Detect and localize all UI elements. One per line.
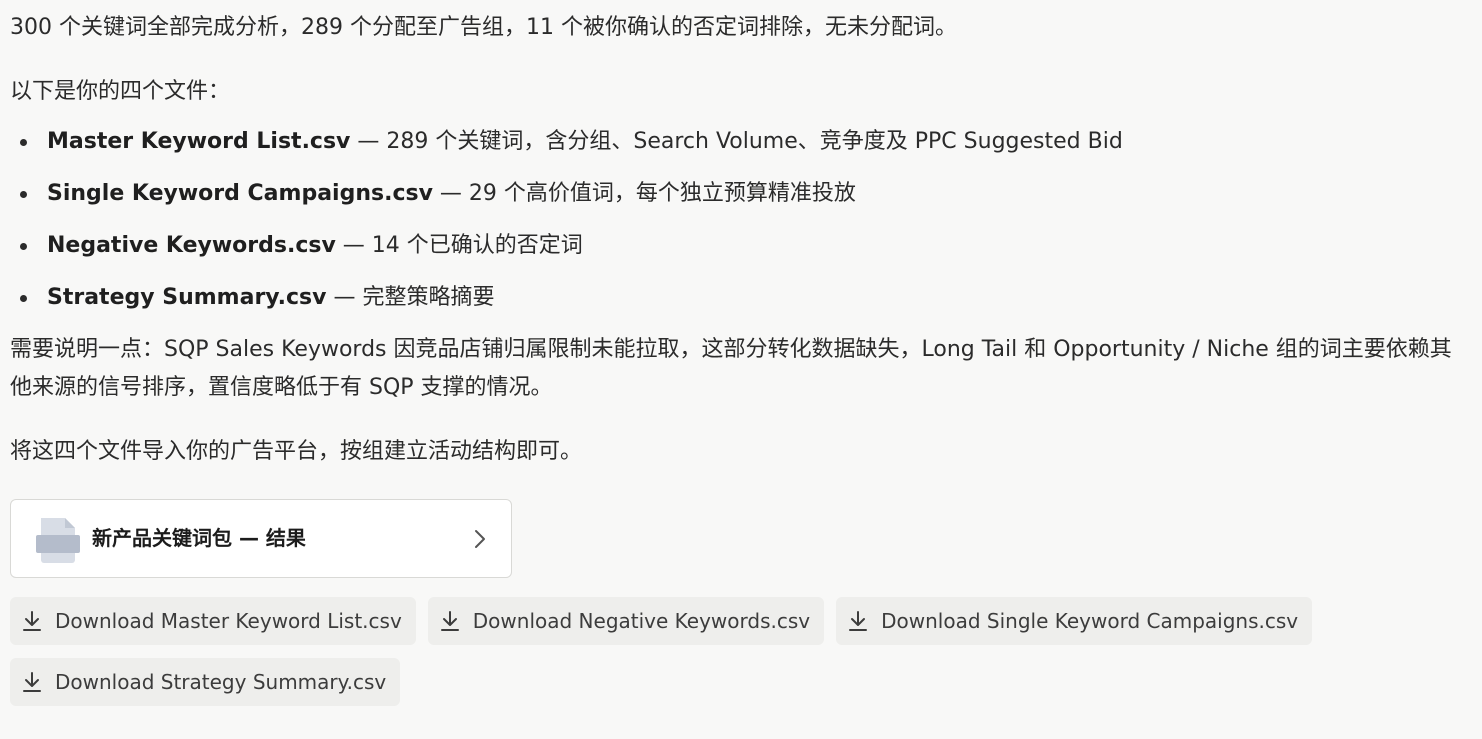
download-label: Download Master Keyword List.csv: [55, 609, 402, 633]
file-name: Master Keyword List.csv: [47, 129, 351, 154]
file-name: Single Keyword Campaigns.csv: [47, 181, 433, 206]
chevron-right-icon: [475, 530, 485, 548]
download-label: Download Single Keyword Campaigns.csv: [881, 609, 1299, 633]
download-icon: [23, 611, 41, 631]
download-buttons: Download Master Keyword List.csv Downloa…: [10, 597, 1472, 706]
file-name: Strategy Summary.csv: [47, 285, 327, 310]
list-item: Strategy Summary.csv — 完整策略摘要: [10, 279, 1472, 317]
download-icon: [849, 611, 868, 631]
download-icon: [23, 672, 41, 692]
download-master-keyword-list-button[interactable]: Download Master Keyword List.csv: [10, 597, 416, 645]
file-description: — 29 个高价值词，每个独立预算精准投放: [432, 181, 856, 206]
file-description: — 完整策略摘要: [326, 285, 495, 310]
assistant-message: 300 个关键词全部完成分析，289 个分配至广告组，11 个被你确认的否定词排…: [10, 8, 1472, 706]
download-strategy-summary-button[interactable]: Download Strategy Summary.csv: [10, 658, 401, 706]
download-icon: [440, 611, 459, 631]
file-description: — 14 个已确认的否定词: [335, 233, 583, 258]
download-label: Download Strategy Summary.csv: [55, 670, 387, 694]
bullet-icon: [20, 191, 27, 198]
bullet-icon: [20, 295, 27, 302]
list-item: Single Keyword Campaigns.csv — 29 个高价值词，…: [10, 175, 1472, 213]
closing-text: 将这四个文件导入你的广告平台，按组建立活动结构即可。: [10, 439, 583, 464]
summary-text: 300 个关键词全部完成分析，289 个分配至广告组，11 个被你确认的否定词排…: [10, 15, 957, 40]
artifact-card[interactable]: 新产品关键词包 — 结果: [10, 499, 512, 578]
download-label: Download Negative Keywords.csv: [472, 609, 811, 633]
artifact-title: 新产品关键词包 — 结果: [92, 526, 306, 550]
bullet-icon: [20, 243, 27, 250]
files-intro-text: 以下是你的四个文件：: [10, 79, 231, 104]
file-list: Master Keyword List.csv — 289 个关键词，含分组、S…: [10, 123, 1472, 317]
list-item: Master Keyword List.csv — 289 个关键词，含分组、S…: [10, 123, 1472, 161]
list-item: Negative Keywords.csv — 14 个已确认的否定词: [10, 227, 1472, 265]
document-icon: [36, 518, 80, 563]
bullet-icon: [20, 139, 27, 146]
file-description: — 289 个关键词，含分组、Search Volume、竞争度及 PPC Su…: [350, 129, 1123, 154]
download-single-keyword-campaigns-button[interactable]: Download Single Keyword Campaigns.csv: [836, 597, 1313, 645]
file-name: Negative Keywords.csv: [47, 233, 336, 258]
download-negative-keywords-button[interactable]: Download Negative Keywords.csv: [427, 597, 825, 645]
note-text: 需要说明一点：SQP Sales Keywords 因竞品店铺归属限制未能拉取，…: [10, 337, 1452, 400]
